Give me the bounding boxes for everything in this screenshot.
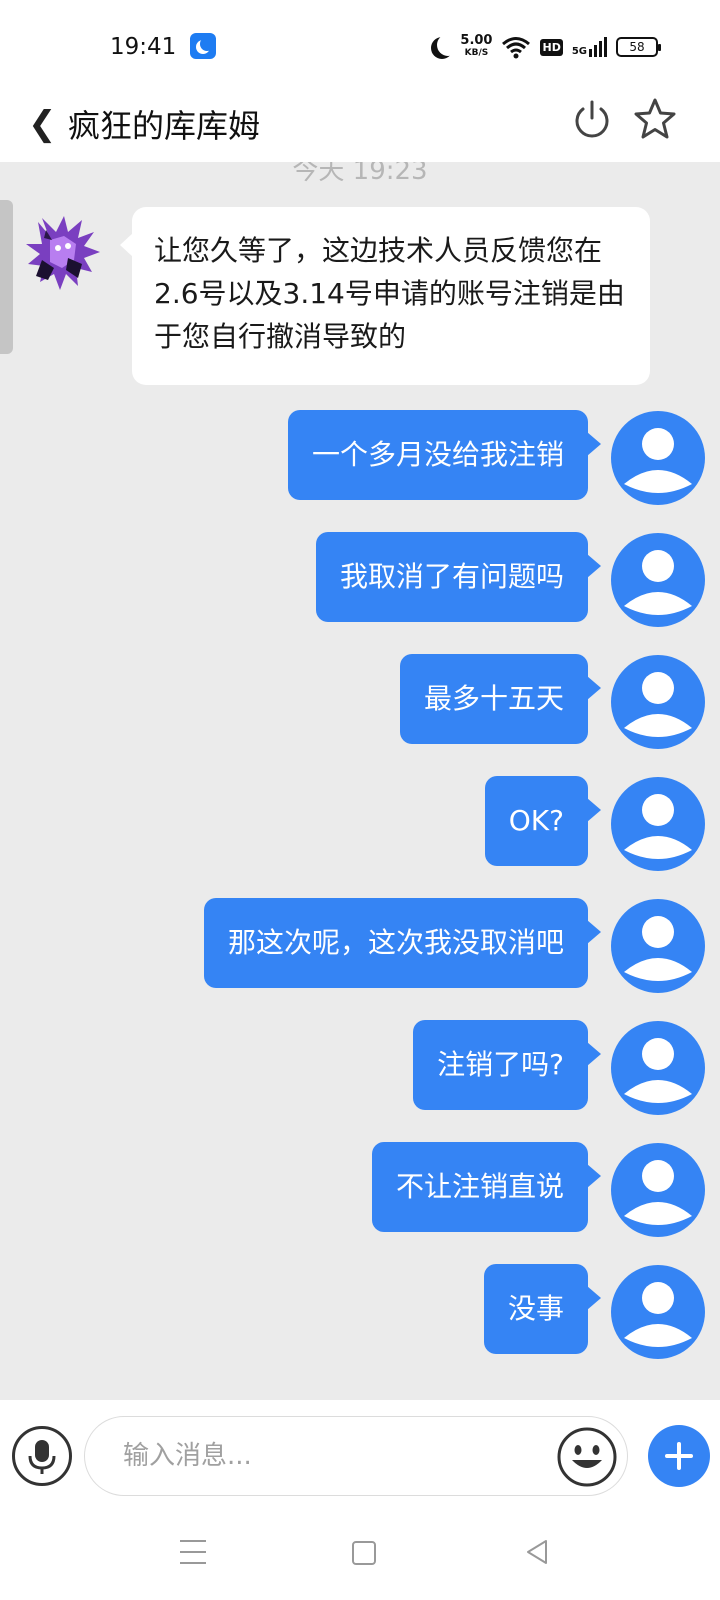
incoming-message-bubble[interactable]: 让您久等了，这边技术人员反馈您在2.6号以及3.14号申请的账号注销是由于您自行… <box>120 207 650 385</box>
network-label: 5G <box>571 46 587 57</box>
user-avatar[interactable] <box>610 1142 706 1238</box>
user-avatar[interactable] <box>610 776 706 872</box>
signal-icon: 5G <box>572 37 607 57</box>
user-avatar[interactable] <box>610 1264 706 1360</box>
outgoing-message-bubble[interactable]: 那这次呢，这次我没取消吧 <box>203 898 602 988</box>
message-row: 不让注销直说 <box>0 1142 720 1238</box>
moon-badge-icon <box>190 33 216 59</box>
star-icon[interactable] <box>632 96 678 142</box>
chat-header: ❮ 疯狂的库库姆 <box>0 90 720 162</box>
outgoing-message-bubble[interactable]: OK? <box>484 776 602 866</box>
page-title: 疯狂的库库姆 <box>68 107 261 145</box>
message-row: 一个多月没给我注销 <box>0 410 720 506</box>
outgoing-message-bubble[interactable]: 没事 <box>483 1264 602 1354</box>
outgoing-message-bubble[interactable]: 最多十五天 <box>399 654 602 744</box>
user-avatar[interactable] <box>610 1020 706 1116</box>
message-row: 注销了吗? <box>0 1020 720 1116</box>
user-avatar[interactable] <box>610 532 706 628</box>
user-avatar[interactable] <box>610 410 706 506</box>
plus-icon[interactable] <box>648 1425 710 1487</box>
user-avatar[interactable] <box>610 654 706 750</box>
chat-timestamp: 今天 19:23 <box>292 162 428 186</box>
net-speed: 5.00 KB/S <box>460 33 493 59</box>
battery-icon: 58 <box>616 37 661 57</box>
message-row: 我取消了有问题吗 <box>0 532 720 628</box>
power-icon[interactable] <box>570 98 614 142</box>
status-bar: 19:41 5.00 KB/S HD 5G 58 <box>0 0 720 90</box>
home-icon[interactable] <box>352 1541 376 1565</box>
outgoing-message-bubble[interactable]: 不让注销直说 <box>371 1142 602 1232</box>
hd-icon: HD <box>540 38 563 56</box>
back-triangle-icon[interactable] <box>524 1538 550 1566</box>
voice-button[interactable] <box>12 1426 72 1486</box>
outgoing-message-bubble[interactable]: 我取消了有问题吗 <box>315 532 602 622</box>
message-row: 那这次呢，这次我没取消吧 <box>0 898 720 994</box>
menu-icon[interactable] <box>180 1540 206 1564</box>
scrollbar[interactable] <box>0 200 13 354</box>
net-speed-unit: KB/S <box>464 48 489 58</box>
smiley-icon[interactable] <box>556 1426 618 1488</box>
chat-area[interactable]: 今天 19:23 让您久等了，这边技术人员反馈您在2.6号以及3.14号申请的账… <box>0 162 720 1400</box>
message-row: 没事 <box>0 1264 720 1360</box>
system-nav-bar <box>0 1510 720 1600</box>
user-avatar[interactable] <box>610 898 706 994</box>
purple-creature-avatar[interactable] <box>20 210 106 296</box>
message-input[interactable] <box>84 1416 628 1496</box>
outgoing-message-bubble[interactable]: 注销了吗? <box>413 1020 601 1110</box>
net-speed-value: 5.00 <box>460 33 493 48</box>
message-row: OK? <box>0 776 720 872</box>
chevron-left-icon[interactable]: ❮ <box>28 104 57 144</box>
wifi-icon <box>502 37 531 59</box>
outgoing-message-bubble[interactable]: 一个多月没给我注销 <box>287 410 602 500</box>
microphone-icon <box>28 1440 56 1474</box>
status-time: 19:41 <box>110 34 177 60</box>
input-bar <box>0 1400 720 1510</box>
moon-icon <box>437 34 459 56</box>
message-row: 最多十五天 <box>0 654 720 750</box>
status-icons: 5.00 KB/S HD 5G 58 <box>429 30 661 64</box>
